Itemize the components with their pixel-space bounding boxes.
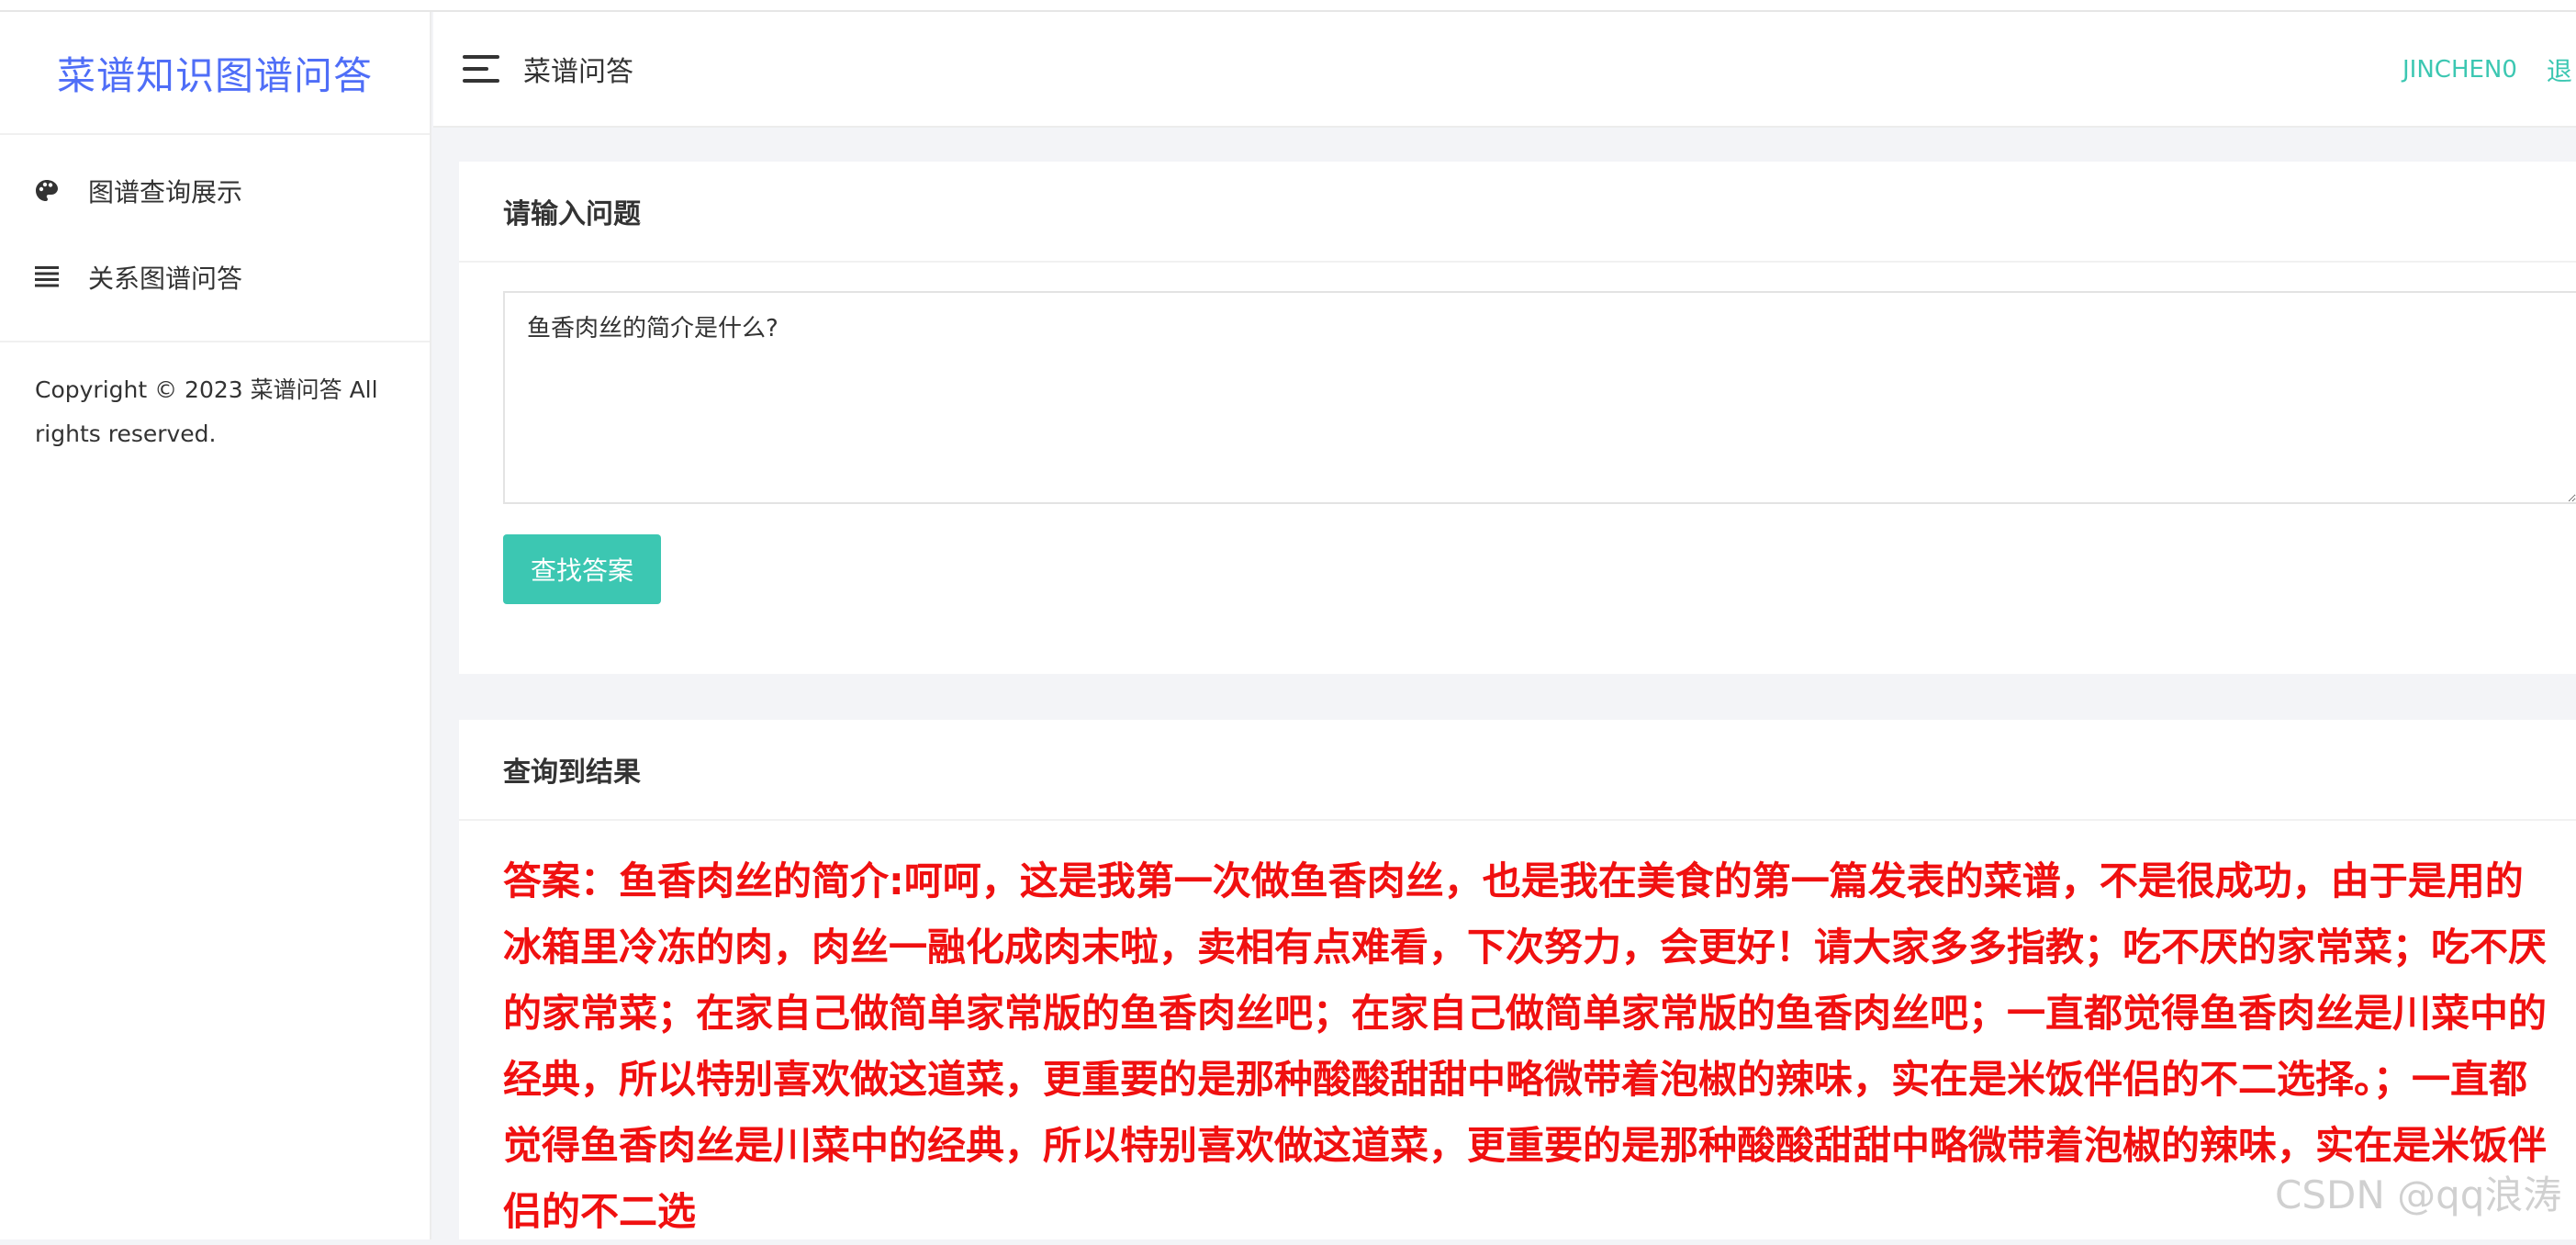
user-name-link[interactable]: JINCHEN0	[2402, 56, 2517, 84]
copyright-text: Copyright © 2023 菜谱问答 All rights reserve…	[35, 376, 378, 447]
sidebar-item-label: 关系图谱问答	[88, 264, 243, 294]
question-input[interactable]: 鱼香肉丝的简介是什么?	[503, 291, 2576, 504]
sidebar: 菜谱知识图谱问答 图谱查询展示 关系图谱问答 Copyright © 2023 …	[0, 12, 431, 1239]
brand-logo[interactable]: 菜谱知识图谱问答	[0, 12, 430, 135]
watermark: CSDN @qq浪涛	[2275, 1172, 2562, 1217]
result-card-title: 查询到结果	[459, 720, 2576, 821]
question-card-title: 请输入问题	[459, 162, 2576, 263]
sidebar-nav: 图谱查询展示 关系图谱问答	[0, 135, 430, 342]
top-header: 菜谱问答 JINCHEN0 退	[433, 12, 2576, 128]
sidebar-item-label: 图谱查询展示	[88, 177, 243, 208]
sidebar-item-relation-qa[interactable]: 关系图谱问答	[0, 234, 430, 320]
header-user-area: JINCHEN0 退	[2402, 12, 2572, 128]
palette-icon	[31, 175, 62, 207]
header-title: 菜谱问答	[523, 56, 633, 88]
sidebar-item-graph-query[interactable]: 图谱查询展示	[0, 148, 430, 234]
window-top-border	[0, 0, 2576, 12]
list-icon	[31, 262, 62, 293]
question-card: 请输入问题 鱼香肉丝的简介是什么? 查找答案	[459, 162, 2576, 674]
menu-toggle-icon[interactable]	[463, 55, 499, 83]
result-card: 查询到结果 答案：鱼香肉丝的简介:呵呵，这是我第一次做鱼香肉丝，也是我在美食的第…	[459, 720, 2576, 1239]
logout-link[interactable]: 退	[2547, 51, 2572, 88]
answer-text: 答案：鱼香肉丝的简介:呵呵，这是我第一次做鱼香肉丝，也是我在美食的第一篇发表的菜…	[503, 858, 2548, 1234]
find-answer-button[interactable]: 查找答案	[503, 534, 661, 604]
brand-title: 菜谱知识图谱问答	[56, 52, 373, 98]
